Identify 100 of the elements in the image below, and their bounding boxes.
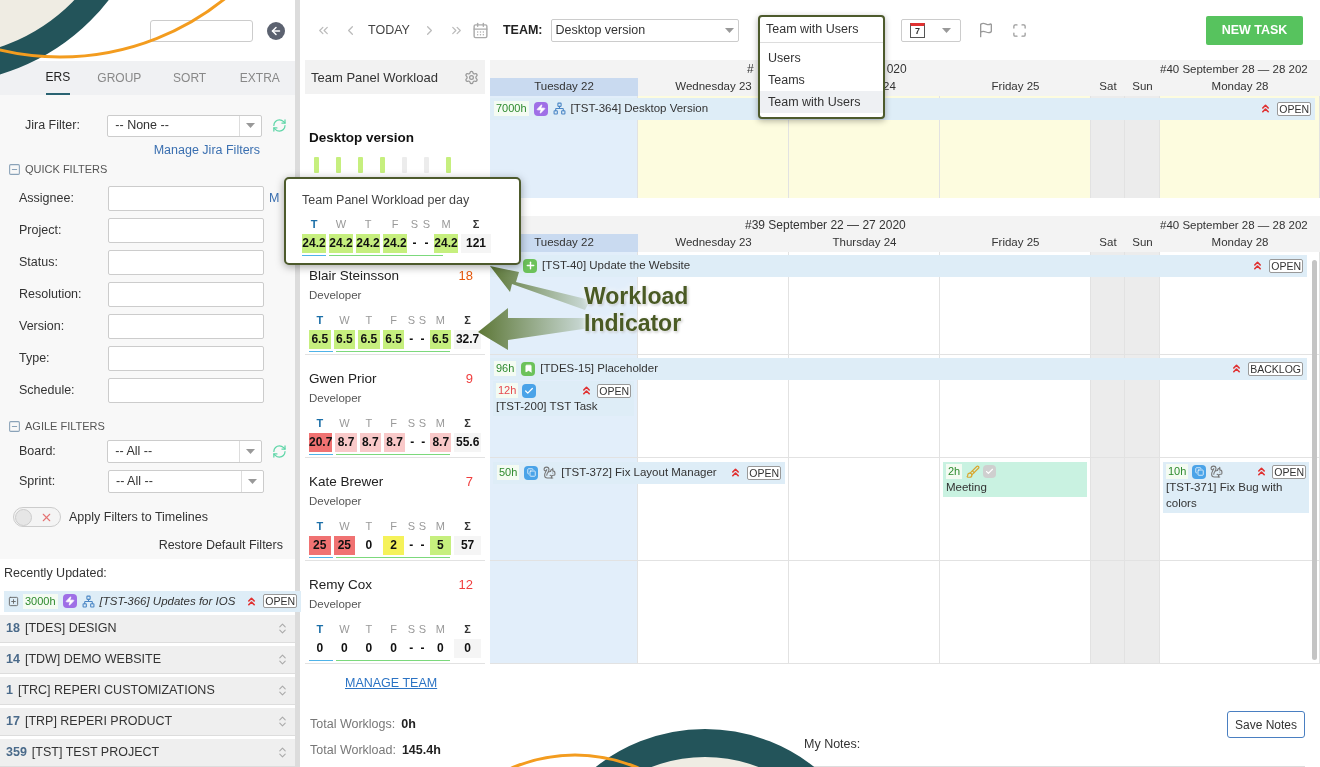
filter-select[interactable]: -- All --: [107, 440, 263, 464]
project-group[interactable]: 17 [TRP] REPERI PRODUCT: [0, 708, 295, 736]
day-header: Monday 28: [1210, 79, 1270, 95]
project-group[interactable]: 1 [TRC] REPERI CUSTOMIZATIONS: [0, 677, 295, 705]
section-title: AGILE FILTERS: [25, 418, 105, 434]
workload-value: -: [419, 331, 426, 349]
filter-field[interactable]: [108, 217, 264, 243]
member-name: Remy Cox: [309, 576, 372, 595]
task-bar[interactable]: 12h OPEN [TST-200] TST Task: [493, 381, 634, 417]
task-bar[interactable]: [TST-40] Update the Website OPEN: [490, 255, 1307, 277]
toggle-switch[interactable]: [13, 507, 61, 528]
sort-icon[interactable]: [276, 653, 289, 666]
status-badge: BACKLOG: [1248, 361, 1303, 376]
day-letter: S: [422, 216, 431, 232]
filter-select[interactable]: -- All --: [108, 470, 264, 494]
workload-value: 25: [333, 536, 356, 556]
project-group[interactable]: 18 [TDES] DESIGN: [0, 615, 295, 643]
workload-value: 5: [429, 536, 452, 556]
jira-filter-select[interactable]: -- None --: [107, 114, 263, 137]
task-bar[interactable]: 10h OPEN [TST-371] Fix Bug with colors: [1163, 462, 1309, 514]
task-bar[interactable]: 50h [TST-372] Fix Layout Manager OPEN: [493, 462, 785, 484]
project-name: [TDW] DEMO WEBSITE: [24, 651, 162, 669]
member-role: Developer: [309, 390, 363, 406]
day-letter: F: [389, 312, 398, 328]
filter-field[interactable]: [108, 185, 264, 211]
fullscreen-icon[interactable]: [1011, 22, 1027, 38]
date-range-select[interactable]: 7: [900, 18, 961, 42]
workload-value: 8.7: [430, 433, 452, 453]
total-value: 145.4h: [401, 741, 441, 759]
field-label: Board:: [18, 443, 57, 461]
project-name: [TST] TEST PROJECT: [31, 744, 161, 762]
day-letter: F: [389, 621, 398, 637]
calendar-icon[interactable]: [471, 21, 489, 39]
sort-icon[interactable]: [276, 622, 289, 635]
refresh-icon[interactable]: [272, 444, 287, 460]
workload-value: 6.5: [333, 330, 356, 350]
settings-icon[interactable]: [464, 69, 479, 85]
restore-defaults-link[interactable]: Restore Default Filters: [158, 536, 283, 555]
task-title: [TST-364] Desktop Version: [570, 101, 709, 117]
expand-icon[interactable]: [8, 595, 19, 607]
workload-value: 0: [435, 640, 445, 658]
hours-label: 12h: [496, 383, 519, 399]
sort-icon[interactable]: [276, 715, 289, 728]
today-button[interactable]: TODAY: [368, 20, 410, 40]
flag-icon[interactable]: [977, 22, 994, 39]
day-header: Sun: [1131, 79, 1154, 95]
total-label: Total Worklogs:: [310, 716, 396, 733]
hours-label: 50h: [497, 465, 520, 481]
day-header: Sat: [1098, 235, 1118, 251]
workload-value: 8.7: [383, 433, 406, 453]
collapse-icon[interactable]: [8, 419, 21, 433]
field-label: Jira Filter:: [24, 117, 81, 135]
view-select-value[interactable]: Team with Users: [760, 17, 883, 43]
refresh-icon[interactable]: [272, 118, 287, 133]
save-notes-button[interactable]: Save Notes: [1227, 711, 1305, 739]
day-letter: M: [434, 518, 446, 534]
back-button[interactable]: [267, 21, 285, 40]
more-link[interactable]: M: [269, 188, 280, 208]
sum-label: Σ: [463, 621, 472, 637]
workload-value: 24.2: [383, 234, 407, 254]
notes-label: My Notes:: [804, 736, 861, 754]
filter-field[interactable]: [108, 249, 264, 275]
day-letter: M: [434, 312, 446, 328]
task-bar[interactable]: 2h Meeting: [943, 462, 1087, 498]
day-letter: T: [315, 518, 325, 534]
sum-label: Σ: [463, 518, 472, 534]
dropdown-option[interactable]: Team with Users: [760, 91, 883, 113]
project-count: 359: [6, 744, 27, 762]
filter-field[interactable]: [108, 313, 264, 339]
day-letter: F: [390, 216, 400, 232]
sort-icon[interactable]: [276, 684, 289, 697]
collapse-icon[interactable]: [8, 163, 21, 176]
team-select[interactable]: Desktop version: [550, 18, 739, 42]
search-field[interactable]: [150, 19, 253, 42]
day-header: Friday 25: [990, 79, 1041, 95]
day-letter: S: [418, 415, 427, 431]
hours-label: 10h: [1166, 464, 1189, 480]
lightning-icon: [62, 594, 77, 609]
workload-value: 20.7: [309, 433, 333, 453]
field-label: Project:: [18, 221, 63, 239]
scrollbar[interactable]: [1312, 260, 1317, 661]
filter-field[interactable]: [108, 345, 264, 371]
manage-team-link[interactable]: MANAGE TEAM: [345, 674, 438, 693]
sort-icon[interactable]: [276, 746, 289, 759]
filter-field[interactable]: [108, 377, 264, 403]
task-bar[interactable]: 96h [TDES-15] Placeholder BACKLOG: [490, 358, 1307, 380]
task-title: Meeting: [946, 480, 988, 496]
project-group[interactable]: 14 [TDW] DEMO WEBSITE: [0, 646, 295, 674]
sidebar-tab[interactable]: ERS: [45, 61, 71, 95]
manage-jira-filters-link[interactable]: Manage Jira Filters: [153, 140, 260, 160]
workload-value: 24.2: [434, 234, 458, 254]
project-group[interactable]: 359 [TST] TEST PROJECT: [0, 739, 295, 767]
filter-field[interactable]: [108, 281, 264, 307]
dropdown-option[interactable]: Users: [760, 47, 883, 69]
project-count: 1: [6, 682, 13, 700]
dropdown-option[interactable]: Teams: [760, 69, 883, 91]
day-letter: T: [315, 415, 325, 431]
task-title: [TST-366] Updates for IOS: [99, 593, 236, 609]
view-dropdown-menu[interactable]: Team with Users Users Teams Team with Users: [758, 15, 885, 119]
project-name: [TRP] REPERI PRODUCT: [24, 713, 174, 731]
